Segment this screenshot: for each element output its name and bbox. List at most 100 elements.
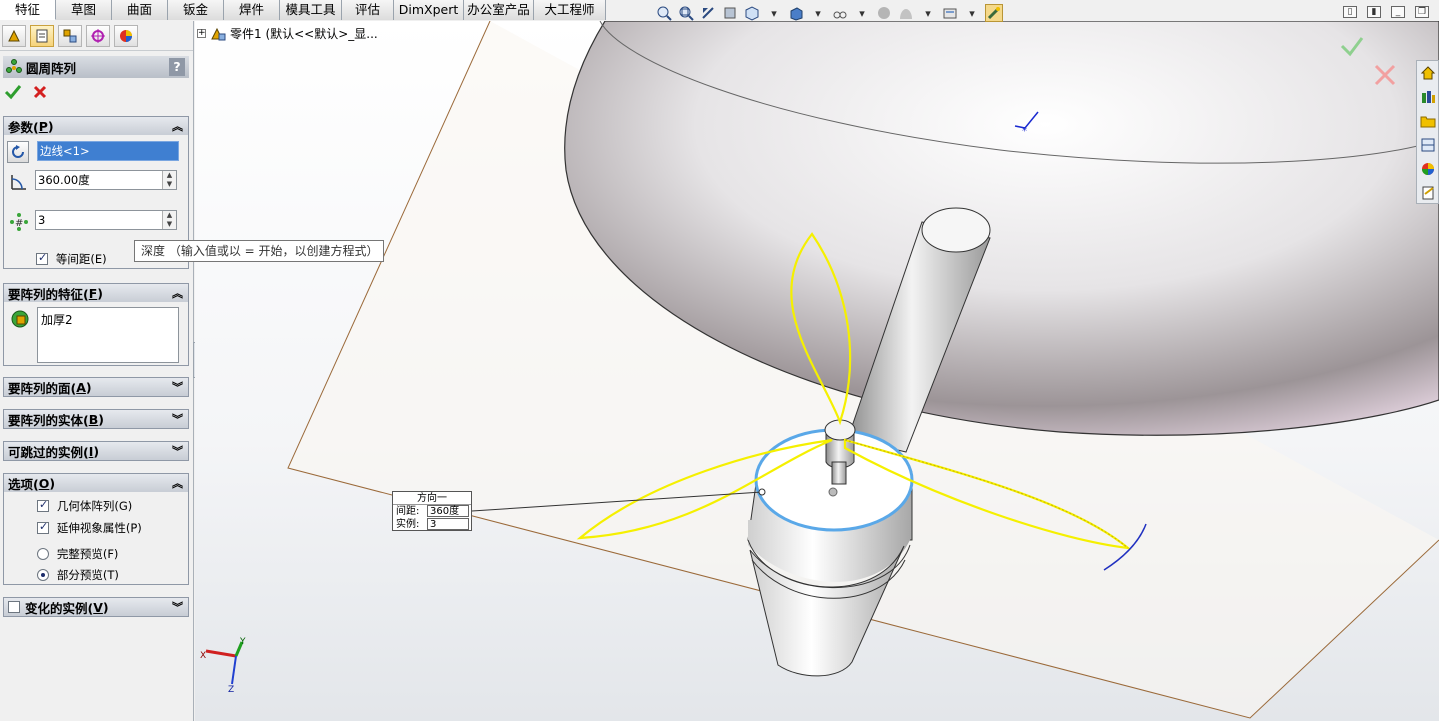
dropdown-chevron-icon[interactable]: ▾: [853, 4, 871, 22]
options-group-header[interactable]: 选项(O) ︽: [4, 474, 188, 492]
skip-group-header[interactable]: 可跳过的实例(I) ︾: [4, 442, 188, 460]
section-view-icon[interactable]: [721, 4, 739, 22]
dropdown-chevron-icon[interactable]: ▾: [963, 4, 981, 22]
command-manager-tabs: 特征 草图 曲面 钣金 焊件 模具工具 评估 DimXpert 办公室产品 大工…: [0, 0, 606, 20]
pin-shaft: [831, 461, 847, 485]
property-manager-panel: 圆周阵列 ? 参数(P) ︽ 边线<1> 360.00度 ▲▼ # 3 ▲▼ 等…: [0, 21, 194, 721]
vary-instance-checkbox[interactable]: [8, 601, 20, 613]
help-button[interactable]: ?: [169, 58, 185, 76]
vary-group-header[interactable]: 变化的实例(V) ︾: [4, 598, 188, 616]
zoom-to-fit-icon[interactable]: [655, 4, 673, 22]
features-list[interactable]: 加厚2: [37, 307, 179, 363]
display-manager-tab[interactable]: [114, 24, 138, 47]
minimize-icon[interactable]: _: [1391, 6, 1405, 18]
tab-office-products[interactable]: 办公室产品: [464, 0, 534, 20]
view-settings-icon[interactable]: [941, 4, 959, 22]
partial-preview-option[interactable]: 部分预览(T): [37, 567, 119, 583]
apply-scene-icon[interactable]: [897, 4, 915, 22]
configuration-tab[interactable]: [58, 24, 82, 47]
svg-text:*: *: [1022, 126, 1027, 137]
partial-preview-radio[interactable]: [37, 569, 49, 581]
feature-tree-icon: [8, 29, 20, 41]
tab-dimxpert[interactable]: DimXpert: [394, 0, 464, 20]
expand-chevron-icon[interactable]: ︾: [172, 379, 183, 395]
model-canvas[interactable]: * X Y Z: [195, 21, 1439, 721]
faces-group-header[interactable]: 要阵列的面(A) ︾: [4, 378, 188, 396]
solidworks-resources-tab[interactable]: [1417, 62, 1438, 84]
ok-icon[interactable]: [4, 84, 22, 100]
propagate-visual-checkbox[interactable]: [37, 520, 49, 534]
depth-tooltip: 深度 （输入值或以 = 开始，以创建方程式）: [134, 240, 384, 262]
parameters-group-header[interactable]: 参数(P) ︽: [4, 117, 188, 135]
tab-mold-tools[interactable]: 模具工具: [280, 0, 342, 20]
dimxpert-tab[interactable]: [86, 24, 110, 47]
realview-graphics-icon[interactable]: [985, 4, 1003, 22]
angle-input[interactable]: 360.00度 ▲ ▼: [35, 170, 177, 190]
collapse-chevron-icon[interactable]: ︽: [172, 475, 183, 491]
dropdown-chevron-icon[interactable]: ▾: [809, 4, 827, 22]
graphics-viewport[interactable]: * X Y Z: [195, 21, 1439, 721]
expand-plus-icon[interactable]: +: [197, 29, 206, 38]
collapse-chevron-icon[interactable]: ︽: [172, 118, 183, 134]
tab-features[interactable]: 特征: [0, 0, 56, 20]
geometry-pattern-option[interactable]: 几何体阵列(G): [37, 498, 132, 514]
count-spinner[interactable]: ▲ ▼: [162, 211, 176, 229]
custom-properties-tab[interactable]: [1417, 182, 1438, 204]
expand-chevron-icon[interactable]: ︾: [172, 443, 183, 459]
callout-anchor-point[interactable]: [758, 488, 766, 496]
tab-engineer[interactable]: 大工程师: [534, 0, 606, 20]
tab-surfaces[interactable]: 曲面: [112, 0, 168, 20]
part-icon: [211, 27, 226, 40]
edit-appearance-icon[interactable]: [875, 4, 893, 22]
options-group: 选项(O) ︽ 几何体阵列(G) 延伸视象属性(P) 完整预览(F) 部分预览(…: [3, 473, 189, 585]
rotate-arrow-icon: [12, 145, 24, 158]
view-orientation-icon[interactable]: [743, 4, 761, 22]
reverse-direction-button[interactable]: [7, 141, 29, 163]
callout-instances-input[interactable]: 3: [427, 518, 469, 530]
features-group-header[interactable]: 要阵列的特征(F) ︽: [4, 284, 188, 302]
tile-horizontal-icon[interactable]: ▯: [1343, 6, 1357, 18]
zoom-area-icon[interactable]: [677, 4, 695, 22]
ok-cancel-row: [4, 84, 48, 100]
tab-weldments[interactable]: 焊件: [224, 0, 280, 20]
feature-tree-tab[interactable]: [2, 24, 26, 47]
tile-vertical-icon[interactable]: ▮: [1367, 6, 1381, 18]
dropdown-chevron-icon[interactable]: ▾: [765, 4, 783, 22]
view-palette-tab[interactable]: [1417, 134, 1438, 156]
appearances-tab[interactable]: [1417, 158, 1438, 180]
properties-icon: [1422, 186, 1434, 200]
angle-spinner[interactable]: ▲ ▼: [162, 171, 176, 189]
list-item[interactable]: 加厚2: [41, 311, 175, 328]
equal-spacing-option[interactable]: 等间距(E): [36, 251, 107, 267]
dropdown-chevron-icon[interactable]: ▾: [919, 4, 937, 22]
cancel-icon[interactable]: [32, 84, 48, 100]
collapse-chevron-icon[interactable]: ︽: [172, 285, 183, 301]
property-manager-tab[interactable]: [30, 24, 54, 47]
flyout-feature-tree[interactable]: + 零件1 (默认<<默认>_显...: [197, 25, 378, 42]
bodies-group-header[interactable]: 要阵列的实体(B) ︾: [4, 410, 188, 428]
expand-chevron-icon[interactable]: ︾: [172, 599, 183, 615]
previous-view-icon[interactable]: [699, 4, 717, 22]
geometry-pattern-checkbox[interactable]: [37, 498, 49, 512]
direction-callout[interactable]: 方向一 间距: 360度 实例: 3: [392, 491, 472, 531]
design-library-tab[interactable]: [1417, 86, 1438, 108]
hide-show-items-icon[interactable]: [831, 4, 849, 22]
file-explorer-tab[interactable]: [1417, 110, 1438, 132]
tab-sheet-metal[interactable]: 钣金: [168, 0, 224, 20]
equal-spacing-checkbox[interactable]: [36, 251, 48, 265]
pattern-axis-field[interactable]: 边线<1>: [37, 141, 179, 161]
display-style-icon[interactable]: [787, 4, 805, 22]
restore-icon[interactable]: ❐: [1415, 6, 1429, 18]
instance-count-input[interactable]: 3 ▲ ▼: [35, 210, 177, 230]
callout-spacing-input[interactable]: 360度: [427, 505, 469, 517]
rod-end-cap: [921, 207, 991, 253]
full-preview-radio[interactable]: [37, 548, 49, 560]
feature-title-bar: 圆周阵列 ?: [3, 56, 189, 78]
full-preview-option[interactable]: 完整预览(F): [37, 546, 118, 562]
expand-chevron-icon[interactable]: ︾: [172, 411, 183, 427]
window-controls: ▯ ▮ _ ❐: [1343, 6, 1429, 18]
circular-pattern-icon: [6, 59, 22, 73]
tab-sketch[interactable]: 草图: [56, 0, 112, 20]
tab-evaluate[interactable]: 评估: [342, 0, 394, 20]
propagate-visual-option[interactable]: 延伸视象属性(P): [37, 520, 142, 536]
